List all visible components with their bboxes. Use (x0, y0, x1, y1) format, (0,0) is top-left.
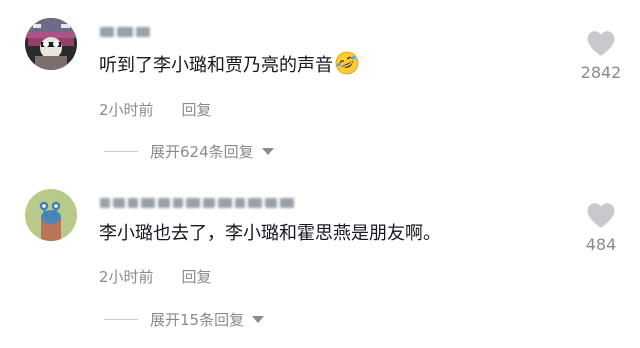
like-count: 484 (585, 235, 617, 254)
comment-time: 2小时前 (99, 101, 154, 119)
comment-item: 听到了李小璐和贾乃亮的声音 2小时前 回复 2842 展开624条回复 (0, 0, 640, 175)
heart-icon (587, 31, 615, 56)
expand-replies-button[interactable]: 展开624条回复 (104, 141, 274, 162)
username-blurred[interactable] (100, 25, 150, 39)
divider-line (104, 151, 138, 152)
expand-replies-button[interactable]: 展开15条回复 (104, 309, 265, 330)
rolling-on-floor-laughing-emoji-icon (335, 51, 359, 75)
heart-icon (587, 203, 615, 228)
like-button[interactable]: 2842 (571, 30, 631, 82)
comment-text-content: 李小璐也去了，李小璐和霍思燕是朋友啊。 (99, 223, 441, 244)
comment-time: 2小时前 (99, 268, 154, 286)
caret-down-icon (261, 148, 274, 155)
like-count: 2842 (580, 63, 622, 82)
reply-button[interactable]: 回复 (182, 101, 212, 119)
comment-meta: 2小时前 回复 (99, 99, 212, 120)
avatar-image (25, 18, 77, 70)
expand-replies-label: 展开624条回复 (150, 143, 254, 161)
divider-line (104, 319, 138, 320)
comment-text-content: 听到了李小璐和贾乃亮的声音 (99, 55, 333, 76)
expand-replies-label: 展开15条回复 (150, 311, 245, 329)
reply-button[interactable]: 回复 (182, 268, 212, 286)
comment-meta: 2小时前 回复 (99, 266, 212, 287)
comment-item: 李小璐也去了，李小璐和霍思燕是朋友啊。 2小时前 回复 484 展开15条回复 (0, 175, 640, 348)
caret-down-icon (252, 316, 265, 323)
username-blurred[interactable] (100, 196, 294, 210)
like-button[interactable]: 484 (571, 202, 631, 254)
comment-text: 听到了李小璐和贾乃亮的声音 (99, 51, 359, 78)
comment-text: 李小璐也去了，李小璐和霍思燕是朋友啊。 (99, 222, 441, 246)
avatar[interactable] (25, 18, 77, 70)
avatar[interactable] (25, 189, 77, 241)
avatar-image (25, 189, 77, 241)
